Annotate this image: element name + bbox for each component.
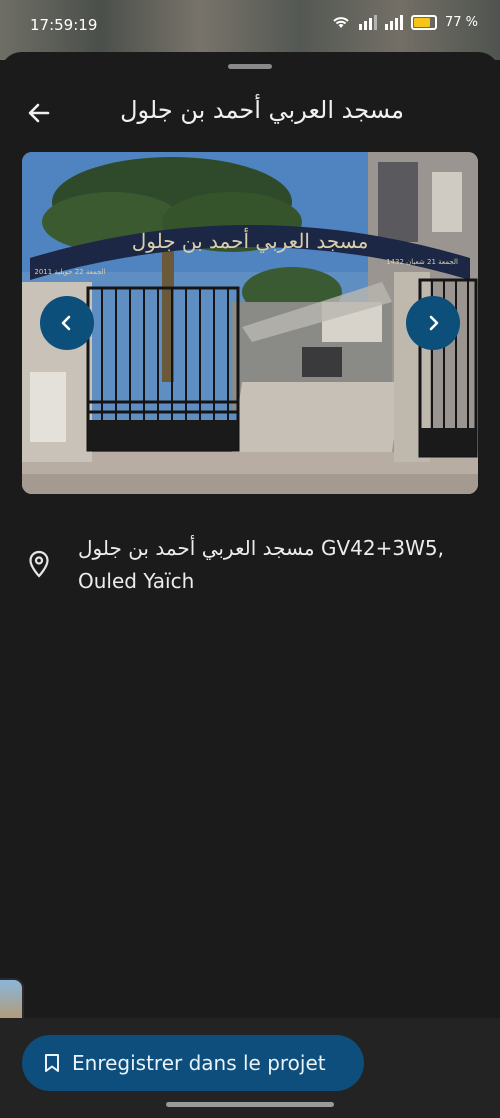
signal-icon (358, 14, 377, 30)
location-pin-icon (29, 550, 49, 578)
previous-photo-button[interactable] (40, 296, 94, 350)
save-button-label: Enregistrer dans le projet (72, 1051, 326, 1075)
battery-icon (410, 14, 437, 30)
home-indicator[interactable] (166, 1102, 334, 1107)
chevron-left-icon (61, 315, 71, 331)
drag-handle[interactable] (228, 64, 272, 69)
bookmark-icon (45, 1054, 59, 1072)
place-sheet: مسجد العربي أحمد بن جلول مسجد العربي أحم… (0, 52, 500, 1118)
status-bar: 17:59:19 77 % (0, 0, 500, 54)
back-button[interactable] (24, 98, 54, 128)
address-text: مسجد العربي أحمد بن جلول GV42+3W5, Ouled… (78, 532, 478, 598)
address-line-2: Ouled Yaïch (78, 569, 195, 593)
arrow-left-icon (28, 103, 50, 123)
status-icons: 77 % (331, 14, 478, 30)
save-to-project-button[interactable]: Enregistrer dans le projet (22, 1035, 364, 1091)
page-title: مسجد العربي أحمد بن جلول (120, 96, 404, 124)
chevron-right-icon (429, 315, 439, 331)
battery-percent: 77 % (444, 14, 478, 30)
right-plaque: الجمعة 21 شعبان 1432 (386, 258, 458, 266)
status-time: 17:59:19 (30, 16, 98, 34)
next-photo-button[interactable] (406, 296, 460, 350)
wifi-icon (333, 17, 349, 28)
address-line-1: مسجد العربي أحمد بن جلول GV42+3W5, (78, 536, 444, 560)
arch-text: مسجد العربي أحمد بن جلول (132, 227, 369, 253)
left-plaque: الجمعة 22 جويلية 2011 (34, 268, 105, 276)
signal-icon-2 (384, 14, 403, 30)
